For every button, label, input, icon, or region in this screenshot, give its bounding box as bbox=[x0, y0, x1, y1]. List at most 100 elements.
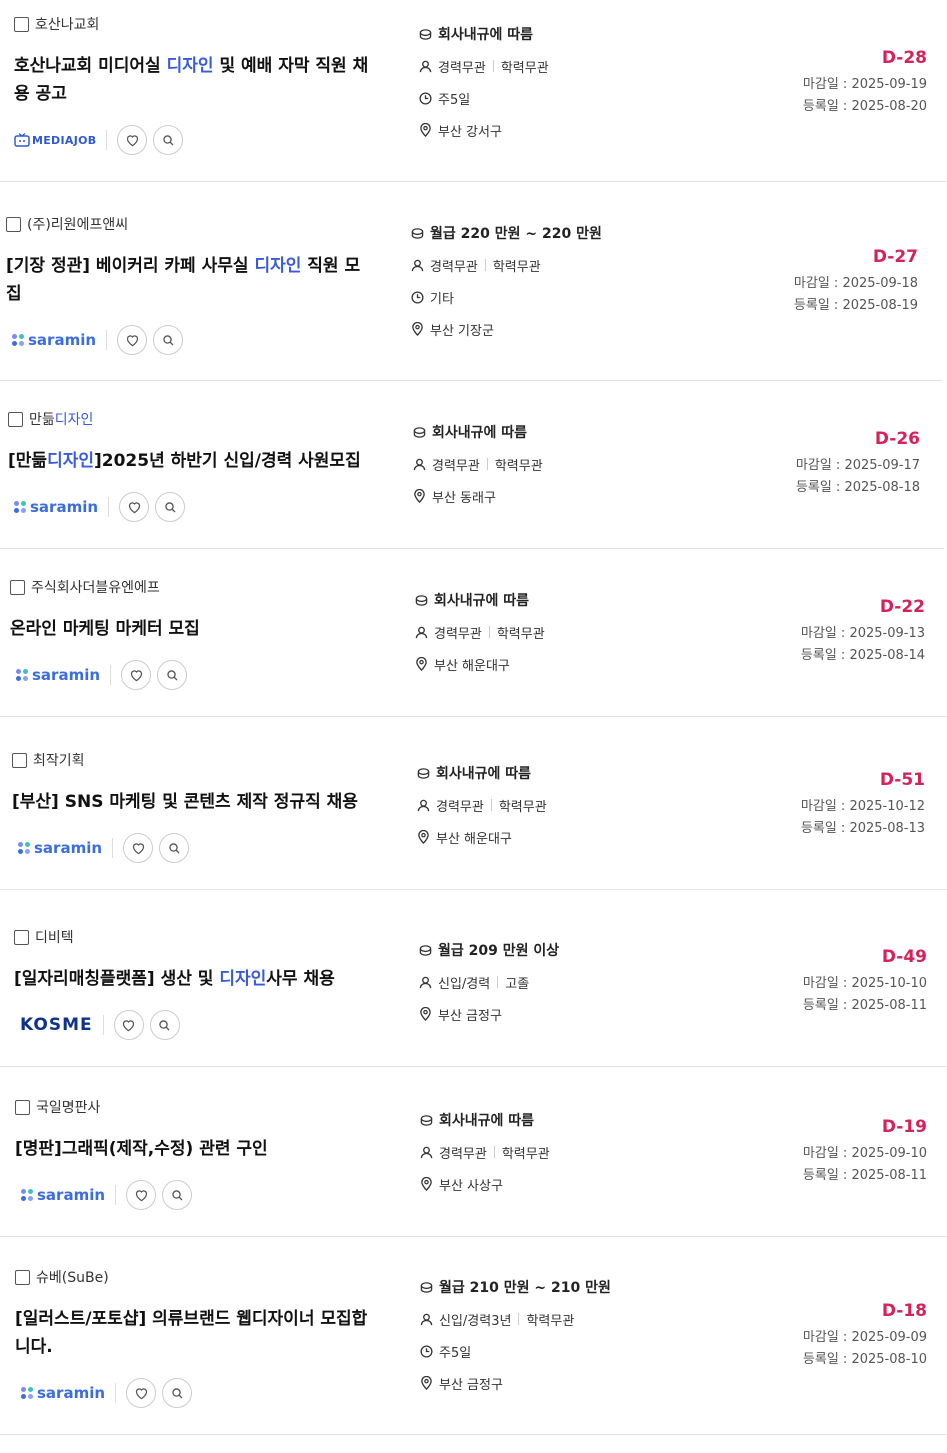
title-text[interactable]: 호산나교회 미디어실 bbox=[14, 56, 167, 76]
select-checkbox[interactable] bbox=[12, 752, 27, 768]
title-text[interactable]: [일자리매칭플랫폼] 생산 및 bbox=[14, 969, 219, 989]
company-row: 최작기획 bbox=[12, 750, 85, 770]
favorite-button[interactable] bbox=[117, 325, 148, 355]
search-button[interactable] bbox=[155, 492, 186, 522]
dday-badge: D-49 bbox=[881, 947, 927, 967]
pay-line: 회사내규에 따름 bbox=[416, 757, 547, 789]
job-title[interactable]: [명판]그래픽(제작,수정) 관련 구인 bbox=[15, 1135, 375, 1163]
actions: saramin bbox=[18, 833, 195, 863]
favorite-button[interactable] bbox=[119, 492, 150, 522]
title-text[interactable]: 온라인 마케팅 마케터 모집 bbox=[10, 619, 200, 639]
select-checkbox[interactable] bbox=[6, 216, 21, 232]
title-text[interactable]: [만듦 bbox=[8, 451, 47, 471]
job-title[interactable]: [일러스트/포토샵] 의류브랜드 웹디자이너 모집합니다. bbox=[15, 1305, 370, 1361]
logo-text: saramin bbox=[37, 1384, 106, 1402]
search-button[interactable] bbox=[149, 1010, 180, 1040]
job-title[interactable]: [부산] SNS 마케팅 및 콘텐츠 제작 정규직 채용 bbox=[12, 788, 392, 816]
career-text: 신입/경력 bbox=[438, 976, 491, 992]
schedule-text: 주5일 bbox=[438, 92, 471, 108]
search-button[interactable] bbox=[157, 660, 188, 690]
job-list: 호산나교회 호산나교회 미디어실 디자인 및 예배 자막 직원 채용 공고 ME… bbox=[0, 0, 947, 1435]
search-button[interactable] bbox=[162, 1378, 193, 1408]
pay-line: 회사내규에 따름 bbox=[412, 416, 543, 448]
select-checkbox[interactable] bbox=[14, 929, 29, 945]
title-highlight[interactable]: 디자인 bbox=[167, 56, 214, 76]
title-highlight[interactable]: 디자인 bbox=[254, 256, 301, 276]
pay-text: 회사내규에 따름 bbox=[434, 593, 530, 609]
career-line: 경력무관 학력무관 bbox=[418, 50, 549, 82]
select-checkbox[interactable] bbox=[8, 411, 23, 427]
company-name-highlight[interactable]: 디자인 bbox=[55, 412, 94, 428]
career-text: 경력무관 bbox=[430, 259, 478, 275]
title-text[interactable]: [기장 정관] 베이커리 카페 사무실 bbox=[6, 256, 254, 276]
search-button[interactable] bbox=[159, 833, 190, 863]
job-title[interactable]: [만듦디자인]2025년 하반기 신입/경력 사원모집 bbox=[8, 447, 368, 475]
company-name[interactable]: 디비텍 bbox=[35, 927, 74, 947]
job-title[interactable]: [기장 정관] 베이커리 카페 사무실 디자인 직원 모집 bbox=[6, 252, 366, 308]
job-title[interactable]: 호산나교회 미디어실 디자인 및 예배 자막 직원 채용 공고 bbox=[14, 52, 374, 108]
location-pin-icon bbox=[419, 123, 431, 137]
select-checkbox[interactable] bbox=[15, 1269, 30, 1285]
search-button[interactable] bbox=[162, 1180, 193, 1210]
company-name[interactable]: 주식회사더블유엔에프 bbox=[31, 577, 160, 597]
education-text: 학력무관 bbox=[492, 259, 541, 275]
location-text: 부산 동래구 bbox=[432, 490, 496, 506]
select-checkbox[interactable] bbox=[10, 579, 25, 595]
company-name[interactable]: (주)리원에프앤씨 bbox=[27, 214, 128, 234]
title-text[interactable]: 사무 채용 bbox=[266, 969, 334, 989]
logo-text: saramin bbox=[34, 839, 103, 857]
search-button[interactable] bbox=[153, 125, 184, 155]
favorite-button[interactable] bbox=[126, 1180, 157, 1210]
title-text[interactable]: ]2025년 하반기 신입/경력 사원모집 bbox=[94, 451, 361, 471]
dday-badge: D-51 bbox=[879, 770, 925, 790]
location-line: 부산 기장군 bbox=[410, 313, 602, 345]
heart-icon bbox=[135, 1190, 147, 1202]
education-text: 학력무관 bbox=[526, 1313, 575, 1329]
favorite-button[interactable] bbox=[117, 125, 148, 155]
coin-icon bbox=[419, 944, 431, 956]
tv-icon bbox=[14, 133, 30, 147]
company-name[interactable]: 국일명판사 bbox=[36, 1097, 100, 1117]
logo-text: saramin bbox=[32, 666, 101, 684]
career-text: 경력무관 bbox=[438, 60, 486, 76]
saramin-dots-icon bbox=[16, 669, 28, 681]
career-line: 경력무관 학력무관 bbox=[419, 1136, 550, 1168]
job-info: 회사내규에 따름 경력무관 학력무관 부산 동래구 bbox=[412, 416, 543, 512]
deadline-block: D-26 마감일 : 2025-09-17 등록일 : 2025-08-18 bbox=[796, 429, 920, 499]
deadline-date: 마감일 : 2025-09-18 bbox=[793, 276, 918, 291]
title-text[interactable]: [명판]그래픽(제작,수정) 관련 구인 bbox=[15, 1139, 268, 1159]
deadline-date: 마감일 : 2025-10-12 bbox=[800, 799, 925, 814]
title-highlight[interactable]: 디자인 bbox=[47, 451, 94, 471]
favorite-button[interactable] bbox=[126, 1378, 157, 1408]
location-text: 부산 해운대구 bbox=[434, 658, 510, 674]
clock-icon bbox=[418, 91, 432, 105]
career-line: 경력무관 학력무관 bbox=[410, 249, 602, 281]
title-text[interactable]: [부산] SNS 마케팅 및 콘텐츠 제작 정규직 채용 bbox=[12, 792, 358, 812]
company-name[interactable]: 슈베(SuBe) bbox=[36, 1267, 109, 1287]
location-pin-icon bbox=[415, 657, 427, 671]
select-checkbox[interactable] bbox=[15, 1099, 30, 1115]
dday-badge: D-22 bbox=[879, 597, 925, 617]
search-icon bbox=[162, 334, 174, 346]
company-name[interactable]: 만듦디자인 bbox=[29, 409, 93, 429]
company-name[interactable]: 호산나교회 bbox=[35, 14, 99, 34]
pay-line: 월급 210 만원 ~ 210 만원 bbox=[419, 1271, 611, 1303]
job-info: 월급 209 만원 이상 신입/경력 고졸 부산 금정구 bbox=[418, 934, 559, 1030]
select-checkbox[interactable] bbox=[14, 16, 29, 32]
favorite-button[interactable] bbox=[113, 1010, 144, 1040]
company-name-part[interactable]: 만듦 bbox=[29, 412, 55, 428]
favorite-button[interactable] bbox=[121, 660, 152, 690]
schedule-line: 주5일 bbox=[419, 1335, 611, 1367]
heart-icon bbox=[135, 1388, 147, 1400]
actions: saramin bbox=[16, 660, 193, 690]
coin-icon bbox=[420, 1281, 432, 1293]
search-button[interactable] bbox=[153, 325, 184, 355]
favorite-button[interactable] bbox=[123, 833, 154, 863]
education-text: 학력무관 bbox=[494, 458, 543, 474]
job-title[interactable]: 온라인 마케팅 마케터 모집 bbox=[10, 615, 370, 643]
title-highlight[interactable]: 디자인 bbox=[219, 969, 266, 989]
job-title[interactable]: [일자리매칭플랫폼] 생산 및 디자인사무 채용 bbox=[14, 965, 394, 993]
company-name[interactable]: 최작기획 bbox=[33, 750, 85, 770]
pay-line: 월급 220 만원 ~ 220 만원 bbox=[410, 217, 602, 249]
title-text[interactable]: [일러스트/포토샵] 의류브랜드 웹디자이너 모집합니다. bbox=[15, 1309, 367, 1357]
